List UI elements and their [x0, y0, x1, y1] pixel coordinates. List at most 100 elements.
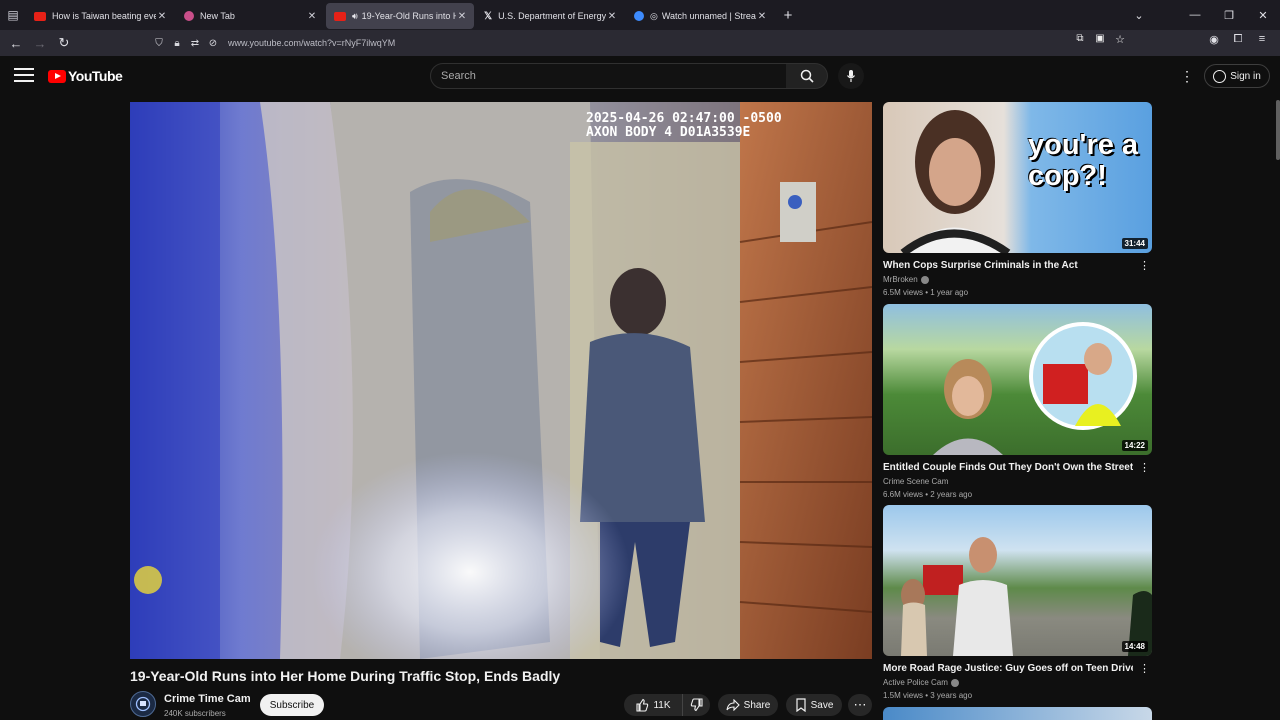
video-title[interactable]: When Cops Surprise Criminals in the Act [883, 260, 1133, 271]
autoplay-blocked-icon[interactable]: ⊘ [204, 38, 222, 49]
extensions-icon[interactable]: ⧠ [1226, 33, 1250, 46]
thumbnail-caption: you're a cop?! [1028, 129, 1139, 192]
browser-nav-bar: ← → ↻ ⛉ 🔒︎ ⇄ ⊘ www.youtube.com/watch?v=r… [0, 30, 1280, 56]
close-tab-icon[interactable]: ✕ [456, 11, 468, 22]
video-duration: 14:48 [1121, 641, 1148, 652]
tab-title: 19-Year-Old Runs into Her [361, 11, 456, 21]
search-icon [800, 69, 814, 83]
channel-line: Crime Scene Cam [883, 477, 1152, 486]
recommended-video-partial-thumbnail[interactable] [883, 707, 1152, 720]
picture-in-picture-icon[interactable]: ⧉ [1070, 33, 1090, 46]
thumbs-down-icon [690, 698, 703, 712]
bodycam-device-id: AXON BODY 4 D01A3539E [586, 125, 751, 140]
channel-name[interactable]: MrBroken [883, 275, 918, 284]
maximize-button[interactable]: ❐ [1212, 9, 1246, 22]
minimize-button[interactable]: — [1178, 9, 1212, 21]
streamable-favicon-icon [634, 11, 644, 21]
account-icon[interactable]: ◉ [1202, 33, 1226, 46]
share-icon [726, 699, 740, 711]
share-button[interactable]: Share [718, 694, 778, 716]
new-tab-button[interactable]: + [776, 3, 800, 27]
video-title[interactable]: Entitled Couple Finds Out They Don't Own… [883, 462, 1133, 473]
close-tab-icon[interactable]: ✕ [606, 11, 618, 22]
subscriber-count: 240K subscribers [164, 709, 226, 718]
back-button[interactable]: ← [4, 31, 28, 55]
user-circle-icon [1213, 69, 1227, 83]
microphone-icon [847, 70, 855, 82]
browser-tab-1[interactable]: How is Taiwan beating everyone ✕ [26, 3, 174, 29]
close-window-button[interactable]: ✕ [1246, 9, 1280, 22]
close-tab-icon[interactable]: ✕ [156, 11, 168, 22]
video-title: 19-Year-Old Runs into Her Home During Tr… [130, 668, 561, 684]
video-thumbnail[interactable]: 14:48 [883, 505, 1152, 656]
channel-logo-icon [135, 696, 151, 712]
dislike-button[interactable] [682, 694, 710, 716]
url-text[interactable]: www.youtube.com/watch?v=rNyF7ilwqYM [228, 38, 395, 48]
more-actions-button[interactable]: ⋯ [848, 694, 872, 716]
browser-tab-5[interactable]: ◎ Watch unnamed | Streamable ✕ [626, 3, 774, 29]
video-duration: 31:44 [1121, 238, 1148, 249]
browser-tab-2[interactable]: New Tab ✕ [176, 3, 324, 29]
more-options-icon[interactable]: ⋮ [1139, 259, 1150, 272]
more-options-icon[interactable]: ⋮ [1139, 662, 1150, 675]
video-thumbnail[interactable]: 14:22 [883, 304, 1152, 455]
channel-line: Active Police Cam [883, 678, 1152, 687]
verified-badge-icon [920, 275, 929, 284]
channel-name[interactable]: Crime Time Cam [164, 693, 251, 705]
tab-title: New Tab [200, 11, 235, 21]
close-tab-icon[interactable]: ✕ [306, 11, 318, 22]
video-player[interactable]: 2025-04-26 02:47:00 -0500 AXON BODY 4 D0… [130, 102, 872, 659]
recommended-video[interactable]: 14:22 Entitled Couple Finds Out They Don… [883, 304, 1152, 499]
like-count: 11K [653, 699, 671, 711]
video-meta: 6.6M views • 2 years ago [883, 490, 973, 499]
tab-list-icon[interactable]: ▤ [0, 0, 26, 30]
permissions-icon[interactable]: ⇄ [186, 38, 204, 49]
search-input[interactable]: Search [430, 63, 787, 89]
forward-button[interactable]: → [28, 31, 52, 55]
thumbnail-art [933, 322, 1137, 455]
guide-menu-icon[interactable] [14, 68, 34, 84]
settings-more-icon[interactable]: ⋮ [1180, 68, 1194, 85]
save-label: Save [810, 699, 834, 711]
firefox-favicon-icon [184, 11, 194, 21]
close-tab-icon[interactable]: ✕ [756, 11, 768, 22]
bodycam-overlay-text: 2025-04-26 02:47:00 -0500 AXON BODY 4 D0… [586, 112, 782, 140]
subscribe-button[interactable]: Subscribe [260, 694, 324, 716]
thumbs-up-icon [636, 698, 649, 712]
window-controls: ⌄ — ❐ ✕ [1122, 0, 1280, 30]
recommended-video[interactable]: you're a cop?! 31:44 When Cops Surprise … [883, 102, 1152, 297]
browser-tab-bar: ▤ How is Taiwan beating everyone ✕ New T… [0, 0, 1280, 30]
browser-tab-3[interactable]: 🔊︎ 19-Year-Old Runs into Her ✕ [326, 3, 474, 29]
page-scrollbar[interactable] [1276, 100, 1280, 160]
reload-button[interactable]: ↻ [52, 31, 76, 55]
video-thumbnail[interactable]: you're a cop?! 31:44 [883, 102, 1152, 253]
voice-search-button[interactable] [838, 63, 864, 89]
youtube-logo[interactable]: YouTube [48, 68, 123, 84]
menu-icon[interactable]: ≡ [1250, 33, 1274, 46]
more-options-icon[interactable]: ⋮ [1139, 461, 1150, 474]
tab-title: Watch unnamed | Streamable [661, 11, 756, 21]
x-favicon-icon: 𝕏 [484, 10, 493, 22]
tab-overflow-chevron-icon[interactable]: ⌄ [1122, 9, 1156, 22]
channel-line: MrBroken [883, 275, 1152, 284]
share-label: Share [743, 699, 771, 711]
reader-view-icon[interactable]: ▣ [1090, 33, 1110, 46]
lock-icon[interactable]: 🔒︎ [168, 38, 186, 49]
like-button[interactable]: 11K [624, 694, 682, 716]
recommended-video[interactable]: 14:48 More Road Rage Justice: Guy Goes o… [883, 505, 1152, 700]
search-button[interactable] [786, 63, 828, 89]
tab-title: How is Taiwan beating everyone [52, 11, 156, 21]
save-button[interactable]: Save [786, 694, 842, 716]
video-meta: 6.5M views • 1 year ago [883, 288, 969, 297]
video-meta: 1.5M views • 3 years ago [883, 691, 973, 700]
shield-icon[interactable]: ⛉ [150, 38, 168, 49]
channel-avatar[interactable] [130, 691, 156, 717]
video-title[interactable]: More Road Rage Justice: Guy Goes off on … [883, 663, 1133, 674]
channel-name[interactable]: Crime Scene Cam [883, 477, 948, 486]
speaker-icon[interactable]: 🔊︎ [352, 11, 358, 22]
bookmark-star-icon[interactable]: ☆ [1110, 33, 1130, 46]
channel-name[interactable]: Active Police Cam [883, 678, 948, 687]
sign-in-button[interactable]: Sign in [1204, 64, 1270, 88]
address-bar[interactable]: ⛉ 🔒︎ ⇄ ⊘ www.youtube.com/watch?v=rNyF7il… [150, 33, 1130, 53]
browser-tab-4[interactable]: 𝕏 U.S. Department of Energy on X ✕ [476, 3, 624, 29]
